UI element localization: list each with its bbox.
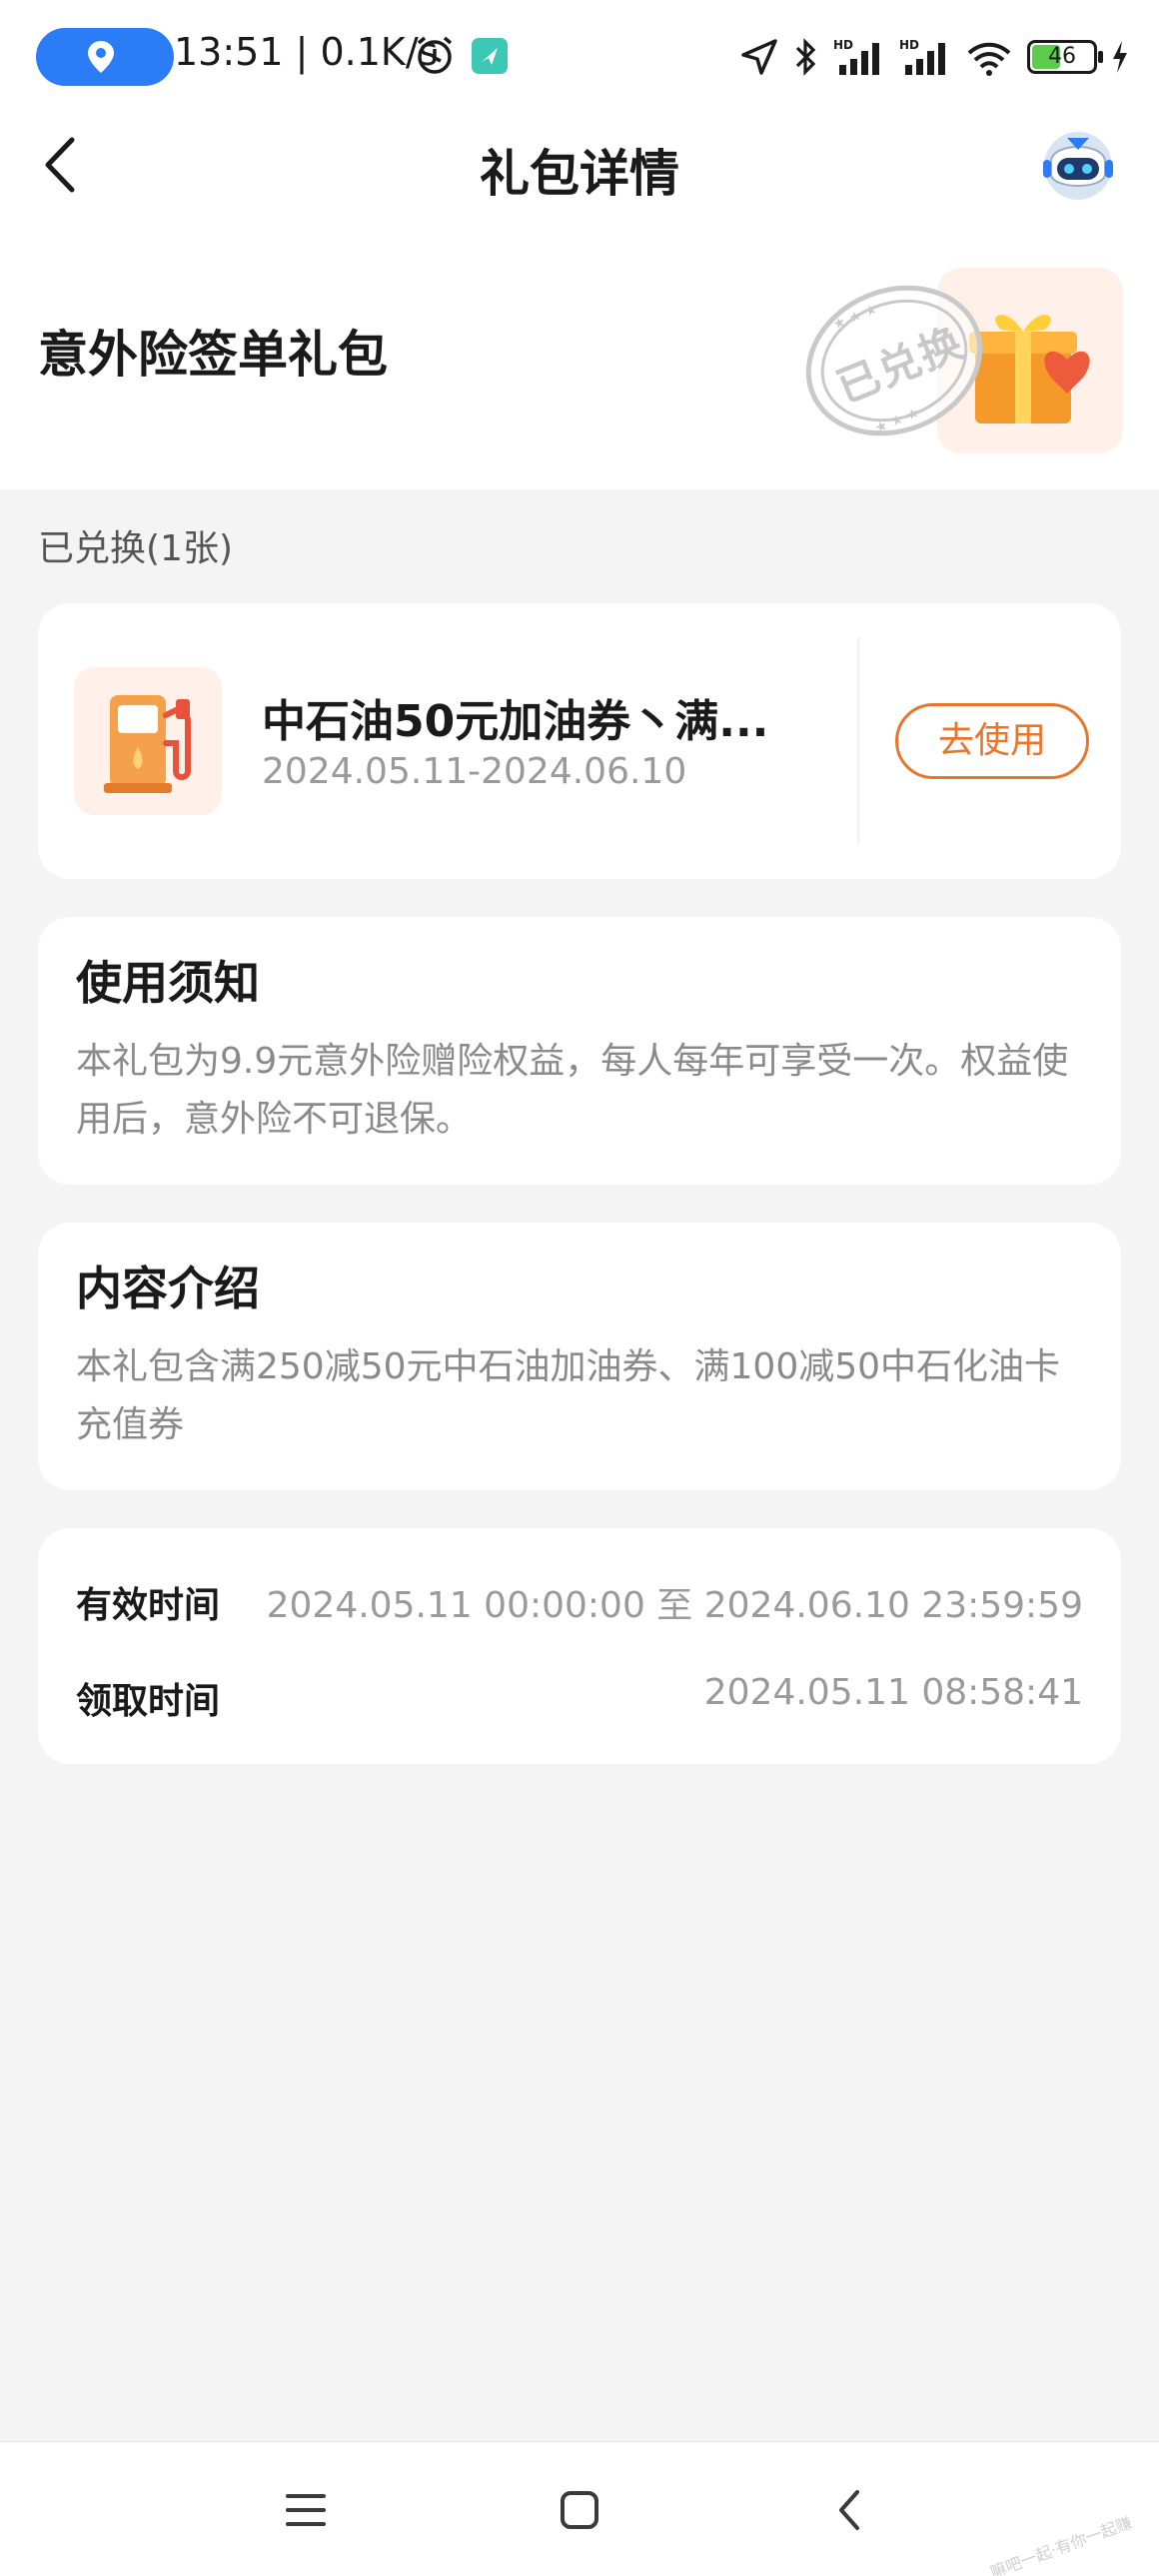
svg-text:HD: HD xyxy=(833,38,853,52)
watermark: 嘛吧一起·有你一起赚 xyxy=(987,2512,1135,2576)
package-title: 意外险签单礼包 xyxy=(38,326,388,384)
assistant-robot-icon[interactable] xyxy=(1037,124,1119,206)
charging-icon xyxy=(1113,41,1127,73)
menu-icon[interactable] xyxy=(276,2480,336,2540)
status-icons: HD HD 46 xyxy=(739,30,1129,84)
page: 13:51 | 0.1K/s HD HD 46 礼包详情 意外险签单礼包 ★ ★… xyxy=(0,0,1159,2576)
coupon-card[interactable]: 中石油50元加油券丶满... 2024.05.11-2024.06.10 去使用 xyxy=(38,603,1121,879)
validity-card: 有效时间 2024.05.11 00:00:00 至 2024.06.10 23… xyxy=(38,1528,1121,1764)
back-nav-icon[interactable] xyxy=(821,2480,881,2540)
svg-text:HD: HD xyxy=(899,38,919,52)
fuel-pump-icon xyxy=(104,695,191,793)
bluetooth-icon xyxy=(795,38,816,76)
coupon-divider xyxy=(857,637,859,845)
usage-notice-card: 使用须知 本礼包为9.9元意外险赠险权益，每人每年可享受一次。权益使用后，意外险… xyxy=(38,917,1121,1185)
usage-notice-body: 本礼包为9.9元意外险赠险权益，每人每年可享受一次。权益使用后，意外险不可退保。 xyxy=(76,1041,1069,1140)
signal-hd-2-icon: HD xyxy=(899,38,945,75)
package-header: 意外险签单礼包 ★ ★ ★ ★ ★ ★ 已兑换 xyxy=(0,220,1159,489)
valid-time-label: 有效时间 xyxy=(76,1585,221,1626)
coupon-title: 中石油50元加油券丶满... xyxy=(262,696,769,747)
content-intro-heading: 内容介绍 xyxy=(76,1262,260,1315)
claim-time-value: 2024.05.11 08:58:41 xyxy=(703,1672,1083,1713)
battery-icon: 46 xyxy=(1027,40,1103,74)
status-bar: 13:51 | 0.1K/s HD HD 46 xyxy=(0,0,1159,110)
system-nav-bar: 嘛吧一起·有你一起赚 xyxy=(0,2441,1159,2576)
redeemed-count-label: 已兑换(1张) xyxy=(38,528,233,569)
alarm-icon xyxy=(417,36,453,74)
nav-bar: 礼包详情 xyxy=(0,110,1159,220)
content-intro-body: 本礼包含满250减50元中石油加油券、满100减50中石化油卡充值券 xyxy=(76,1346,1061,1445)
battery-level: 46 xyxy=(1048,44,1076,69)
page-title: 礼包详情 xyxy=(480,145,679,203)
content-intro-card: 内容介绍 本礼包含满250减50元中石油加油券、满100减50中石化油卡充值券 xyxy=(38,1223,1121,1490)
status-time-speed: 13:51 | 0.1K/s xyxy=(174,30,439,74)
wifi-icon xyxy=(967,42,1011,76)
use-coupon-button[interactable]: 去使用 xyxy=(895,703,1089,779)
signal-hd-1-icon: HD xyxy=(833,38,879,75)
home-icon[interactable] xyxy=(550,2480,609,2540)
fuel-coupon-image xyxy=(74,667,222,815)
usage-notice-heading: 使用须知 xyxy=(76,956,260,1010)
coupon-date-range: 2024.05.11-2024.06.10 xyxy=(262,751,687,792)
location-indicator[interactable] xyxy=(36,28,174,86)
location-pin-icon xyxy=(88,41,114,73)
navigation-arrow-icon xyxy=(741,39,777,75)
claim-time-label: 领取时间 xyxy=(76,1681,221,1722)
app-notification-icon xyxy=(472,38,508,74)
valid-time-value: 2024.05.11 00:00:00 至 2024.06.10 23:59:5… xyxy=(266,1585,1083,1626)
